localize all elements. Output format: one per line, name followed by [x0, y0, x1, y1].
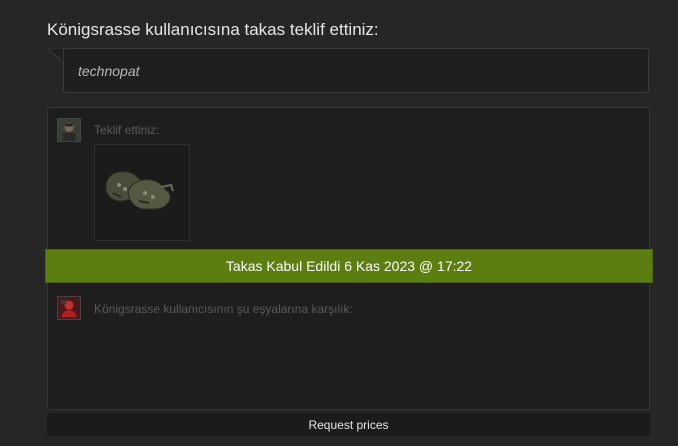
partner-avatar[interactable]	[57, 296, 81, 320]
offered-item-slot[interactable]	[94, 144, 190, 241]
trade-status-banner: Takas Kabul Edildi 6 Kas 2023 @ 17:22	[45, 249, 653, 283]
trade-heading: Königsrasse kullanıcısına takas teklif e…	[47, 20, 379, 39]
trade-message-text: technopat	[78, 63, 140, 79]
your-offer-label: Teklif ettiniz:	[94, 123, 160, 137]
request-prices-button[interactable]: Request prices	[47, 413, 650, 436]
gloves-item-icon	[105, 171, 174, 210]
partner-offer-label: Königsrasse kullanıcısının şu eşyalarına…	[94, 302, 353, 316]
trade-message-box: technopat	[63, 48, 649, 93]
your-avatar[interactable]	[57, 118, 81, 142]
